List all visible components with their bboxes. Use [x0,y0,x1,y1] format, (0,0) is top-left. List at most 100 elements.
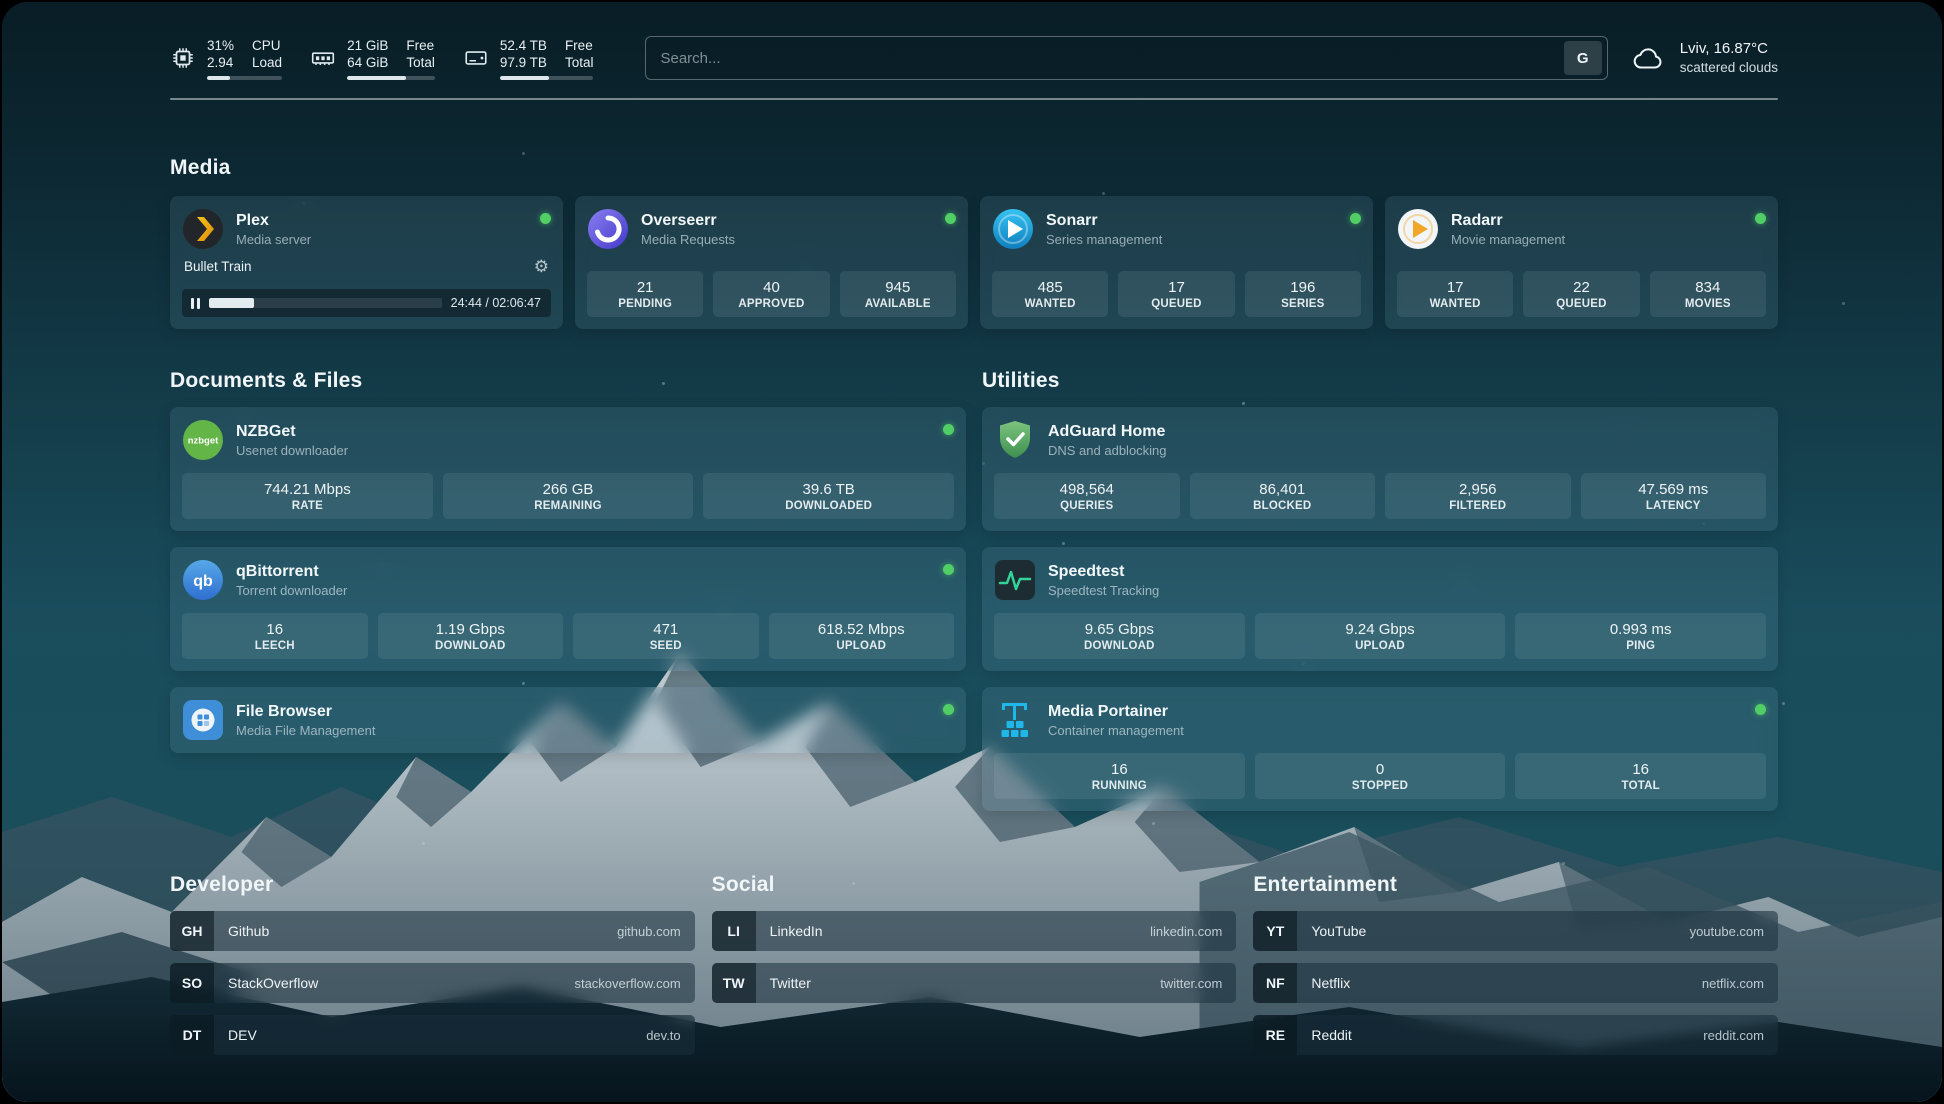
bookmark-name: Github [228,923,269,939]
disk-total-value: 97.9 TB [500,54,547,71]
qbittorrent-card-header: qb qBittorrent Torrent downloader [182,559,954,601]
ram-free-value: 21 GiB [347,37,388,54]
app-name: Plex [236,212,311,230]
radarr-stats: 17 WANTED 22 QUEUED 834 MOVIES [1397,271,1766,317]
playback-progress-track[interactable] [209,298,442,308]
app-name: Sonarr [1046,212,1162,230]
speedtest-titles: Speedtest Speedtest Tracking [1048,563,1159,598]
section-title-social: Social [712,873,1237,897]
plex-now-playing-row: Bullet Train ⚙ [182,258,551,275]
bookmarks-area: Developer GH Github github.com SO StackO… [170,873,1778,1055]
disk-free-value: 52.4 TB [500,37,547,54]
bookmark-stackoverflow[interactable]: SO StackOverflow stackoverflow.com [170,963,695,1003]
sonarr-card[interactable]: Sonarr Series management 485 WANTED 17 Q… [980,196,1373,329]
disk-widget: 52.4 TB Free 97.9 TB Total [463,37,594,80]
stat-tile: 744.21 Mbps RATE [182,473,433,519]
bookmark-name: YouTube [1311,923,1366,939]
entertainment-column: Entertainment YT YouTube youtube.com NF … [1253,873,1778,1055]
social-column: Social LI LinkedIn linkedin.com TW Twitt… [712,873,1237,1003]
cpu-percent: 31% [207,37,234,54]
bookmark-twitter[interactable]: TW Twitter twitter.com [712,963,1237,1003]
weather-widget: Lviv, 16.87°C scattered clouds [1630,39,1778,77]
now-playing-title: Bullet Train [184,259,252,274]
disk-label-top: Free [565,37,594,54]
settings-gear-icon[interactable]: ⚙ [534,258,549,275]
bookmark-reddit[interactable]: RE Reddit reddit.com [1253,1015,1778,1055]
bookmark-youtube[interactable]: YT YouTube youtube.com [1253,911,1778,951]
app-name: AdGuard Home [1048,423,1167,441]
stat-label: UPLOAD [773,639,951,653]
app-subtitle: Media File Management [236,723,375,738]
filebrowser-card[interactable]: File Browser Media File Management [170,687,966,753]
app-subtitle: Speedtest Tracking [1048,583,1159,598]
cpu-load-value: 2.94 [207,54,234,71]
nzbget-card[interactable]: nzbget NZBGet Usenet downloader 744.21 M… [170,407,966,531]
nzbget-icon: nzbget [182,419,224,461]
search-input[interactable] [660,50,1563,67]
netflix-icon: NF [1253,963,1297,1003]
radarr-card[interactable]: Radarr Movie management 17 WANTED 22 QUE… [1385,196,1778,329]
stat-value: 16 [1519,760,1762,779]
stat-value: 196 [1249,278,1357,297]
stat-value: 21 [591,278,699,297]
qbittorrent-stats: 16 LEECH 1.19 Gbps DOWNLOAD 471 SEED 6 [182,613,954,659]
status-dot [540,213,551,224]
stat-tile: 1.19 Gbps DOWNLOAD [378,613,564,659]
bookmark-url: github.com [617,924,681,939]
bookmark-url: stackoverflow.com [574,976,680,991]
stat-value: 266 GB [447,480,690,499]
app-subtitle: DNS and adblocking [1048,443,1167,458]
speedtest-icon [994,559,1036,601]
adguard-card[interactable]: AdGuard Home DNS and adblocking 498,564 … [982,407,1778,531]
stat-label: DOWNLOAD [998,639,1241,653]
app-name: Overseerr [641,212,735,230]
speedtest-card[interactable]: Speedtest Speedtest Tracking 9.65 Gbps D… [982,547,1778,671]
stat-value: 47.569 ms [1585,480,1763,499]
plex-card-header: Plex Media server [182,208,551,250]
status-dot [943,424,954,435]
speedtest-card-header: Speedtest Speedtest Tracking [994,559,1766,601]
stat-value: 22 [1527,278,1635,297]
stat-label: LATENCY [1585,499,1763,513]
weather-location: Lviv, 16.87°C [1680,39,1778,58]
ram-total-value: 64 GiB [347,54,388,71]
bookmark-netflix[interactable]: NF Netflix netflix.com [1253,963,1778,1003]
cloud-icon [1630,42,1668,74]
overseerr-card[interactable]: Overseerr Media Requests 21 PENDING 40 A… [575,196,968,329]
media-row: Plex Media server Bullet Train ⚙ 24:44 /… [170,196,1778,329]
stat-value: 0 [1259,760,1502,779]
app-name: Radarr [1451,212,1565,230]
app-name: File Browser [236,703,375,721]
nzbget-stats: 744.21 Mbps RATE 266 GB REMAINING 39.6 T… [182,473,954,519]
sonarr-card-header: Sonarr Series management [992,208,1361,250]
app-subtitle: Media Requests [641,232,735,247]
bookmark-dev[interactable]: DT DEV dev.to [170,1015,695,1055]
search-engine-button[interactable]: G [1564,41,1602,75]
sonarr-stats: 485 WANTED 17 QUEUED 196 SERIES [992,271,1361,317]
bookmark-name: StackOverflow [228,975,318,991]
overseerr-titles: Overseerr Media Requests [641,212,735,247]
stat-value: 17 [1122,278,1230,297]
pause-icon[interactable] [191,298,200,309]
app-name: qBittorrent [236,563,347,581]
section-title-developer: Developer [170,873,695,897]
plex-card[interactable]: Plex Media server Bullet Train ⚙ 24:44 /… [170,196,563,329]
sonarr-titles: Sonarr Series management [1046,212,1162,247]
bookmark-linkedin[interactable]: LI LinkedIn linkedin.com [712,911,1237,951]
adguard-icon [994,419,1036,461]
github-icon: GH [170,911,214,951]
stat-label: WANTED [996,297,1104,311]
bookmark-github[interactable]: GH Github github.com [170,911,695,951]
stat-value: 498,564 [998,480,1176,499]
stat-label: BLOCKED [1194,499,1372,513]
bookmark-url: linkedin.com [1150,924,1222,939]
disk-readout: 52.4 TB Free 97.9 TB Total [500,37,594,71]
stat-tile: 0 STOPPED [1255,753,1506,799]
middle-columns: Documents & Files nzbget NZBGet Usenet d [170,369,1778,827]
portainer-card[interactable]: Media Portainer Container management 16 … [982,687,1778,811]
stat-tile: 2,956 FILTERED [1385,473,1571,519]
search-bar: G [645,36,1607,80]
overseerr-stats: 21 PENDING 40 APPROVED 945 AVAILABLE [587,271,956,317]
qbittorrent-card[interactable]: qb qBittorrent Torrent downloader 16 LEE… [170,547,966,671]
stat-value: 16 [998,760,1241,779]
